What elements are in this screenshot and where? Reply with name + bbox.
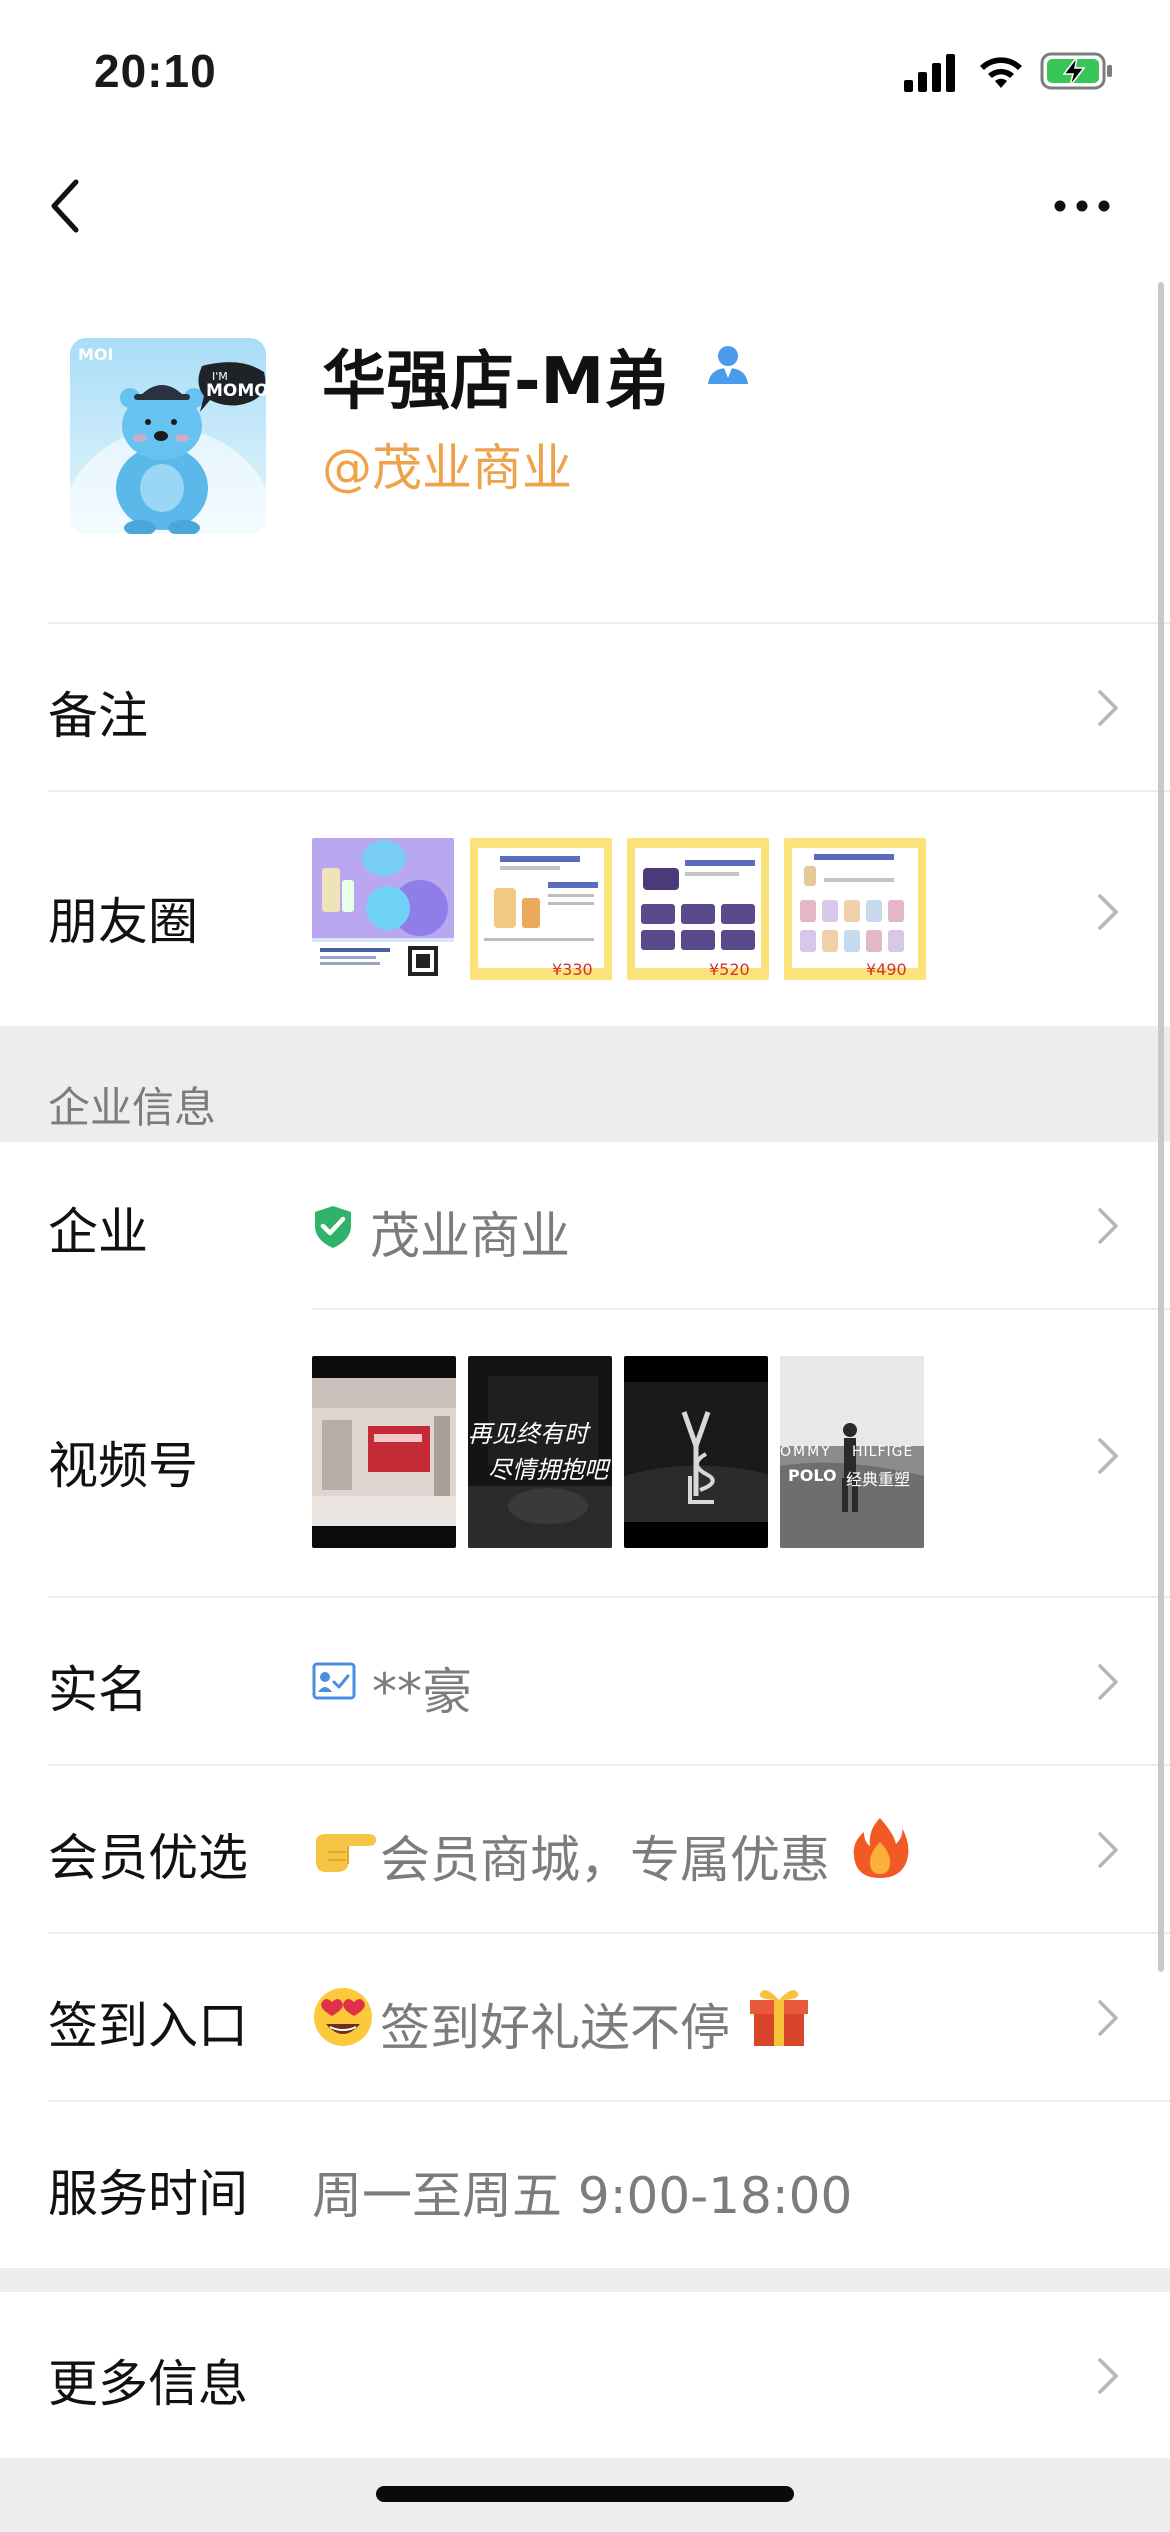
- section-title: 企业信息: [48, 1083, 217, 1132]
- channels-thumb-4: OMMY HILFIGE POLO 经典重塑: [780, 1356, 924, 1548]
- channels-thumb-1: [312, 1356, 456, 1548]
- signal-icon: [904, 54, 955, 92]
- chevron-right-icon: [1098, 1832, 1118, 1868]
- back-chevron-icon[interactable]: [46, 176, 86, 236]
- moments-price-3: ¥490: [866, 960, 907, 979]
- home-indicator[interactable]: [376, 2486, 794, 2502]
- wifi-icon: [980, 57, 1022, 88]
- row-channels[interactable]: 视频号 再见终有时 尽情拥抱吧 OMMY HILFIGE POLO 经典重塑: [0, 1310, 1170, 1596]
- row-realname-value: **豪: [372, 1663, 472, 1721]
- row-service-value: 周一至周五 9:00-18:00: [312, 2167, 853, 2225]
- channels-caption-4b: HILFIGE: [852, 1444, 914, 1460]
- profile-corp[interactable]: @茂业商业: [322, 428, 572, 500]
- row-checkin-label: 签到入口: [48, 1997, 248, 2055]
- row-realname-label: 实名: [48, 1661, 148, 1719]
- row-member-label: 会员优选: [48, 1829, 248, 1887]
- row-company-value: 茂业商业: [370, 1207, 570, 1265]
- row-channels-label: 视频号: [48, 1437, 198, 1495]
- chevron-right-icon: [1098, 690, 1118, 726]
- moments-thumb-2: ¥330: [470, 838, 612, 980]
- avatar-logo-text: MOI: [78, 345, 113, 364]
- chevron-right-icon: [1098, 894, 1118, 930]
- person-badge-icon[interactable]: [704, 340, 752, 388]
- status-time: 20:10: [94, 45, 217, 97]
- more-dots-icon[interactable]: [1052, 196, 1112, 216]
- avatar[interactable]: MOI I'M MOMO: [70, 338, 266, 534]
- row-company-label: 企业: [48, 1203, 148, 1261]
- status-bar: 20:10: [0, 0, 1170, 140]
- scrollbar[interactable]: [1158, 282, 1164, 1972]
- row-member[interactable]: 会员优选 会员商城，专属优惠: [0, 1766, 1170, 1932]
- gift-emoji: [750, 1990, 808, 2046]
- row-service-label: 服务时间: [48, 2165, 248, 2223]
- chevron-right-icon: [1098, 2358, 1118, 2394]
- row-more-info[interactable]: 更多信息: [0, 2292, 1170, 2458]
- moments-price-2: ¥520: [709, 960, 750, 979]
- row-remark[interactable]: 备注: [0, 624, 1170, 792]
- channels-thumb-3: [624, 1356, 768, 1548]
- row-checkin[interactable]: 签到入口 签到好礼送不停: [0, 1934, 1170, 2100]
- chevron-right-icon: [1098, 1438, 1118, 1474]
- moments-price-1: ¥330: [552, 960, 593, 979]
- shield-check-icon: [315, 1206, 351, 1248]
- channels-caption-4a: OMMY: [780, 1444, 832, 1460]
- row-moments[interactable]: 朋友圈 ¥330 ¥520 ¥490: [0, 792, 1170, 1026]
- channels-caption-4c: POLO: [788, 1466, 837, 1485]
- moments-thumb-4: ¥490: [784, 838, 926, 980]
- row-remark-label: 备注: [48, 687, 148, 745]
- battery-charging-icon: [1040, 52, 1112, 90]
- channels-thumb-2: 再见终有时 尽情拥抱吧: [468, 1356, 612, 1548]
- row-company[interactable]: 企业 茂业商业: [0, 1142, 1170, 1308]
- moments-thumb-3: ¥520: [627, 838, 769, 980]
- row-moments-label: 朋友圈: [48, 893, 198, 951]
- chevron-right-icon: [1098, 2000, 1118, 2036]
- row-realname[interactable]: 实名 **豪: [0, 1598, 1170, 1764]
- pointing-hand-emoji: [316, 1834, 376, 1872]
- row-more-label: 更多信息: [48, 2355, 248, 2413]
- channels-caption-4d: 经典重塑: [846, 1470, 911, 1489]
- channels-caption-1: 再见终有时: [468, 1420, 588, 1448]
- fire-emoji: [853, 1818, 909, 1878]
- row-service-hours: 服务时间 周一至周五 9:00-18:00: [0, 2102, 1170, 2268]
- row-member-value: 会员商城，专属优惠: [380, 1831, 830, 1889]
- moments-thumb-1: [312, 838, 454, 980]
- id-card-icon: [312, 1662, 356, 1700]
- heart-eyes-emoji: [314, 1988, 372, 2046]
- chevron-right-icon: [1098, 1664, 1118, 1700]
- channels-caption-2: 尽情拥抱吧: [488, 1456, 608, 1484]
- chevron-right-icon: [1098, 1208, 1118, 1244]
- profile-name: 华强店-M弟: [322, 345, 669, 419]
- section-spacer: [0, 2268, 1170, 2292]
- bear-mascot-icon: MOI I'M MOMO: [70, 338, 266, 534]
- avatar-bubble-text: MOMO: [206, 381, 266, 401]
- row-checkin-value: 签到好礼送不停: [380, 1999, 730, 2057]
